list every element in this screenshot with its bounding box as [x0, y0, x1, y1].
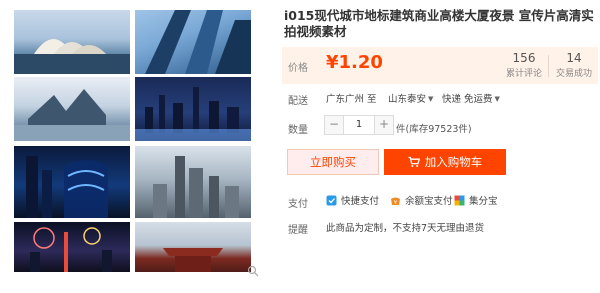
delivery-method-select[interactable]: 快递 免运费 ▼ — [442, 91, 500, 105]
shipping-destination-select[interactable]: 山东泰安 ▼ — [388, 91, 433, 105]
product-title: i015现代城市地标建筑商业高楼大厦夜景 宣传片高清实拍视频素材 — [284, 8, 594, 39]
shipping-destination: 山东泰安 — [388, 94, 427, 105]
shipping-origin: 广东广州 至 — [326, 94, 377, 105]
add-to-cart-label: 加入购物车 — [424, 155, 483, 169]
delivery-method: 快递 免运费 — [442, 94, 493, 105]
payment-method-jifenbao: 集分宝 — [454, 193, 498, 207]
image-wave-building[interactable] — [14, 77, 130, 141]
payment-label: 支付 — [288, 199, 308, 210]
sales-count: 14 — [566, 51, 582, 65]
payment-method-quick: 快捷支付 — [326, 193, 379, 207]
yuebao-icon: ¥ — [390, 195, 401, 206]
sales-stat: 14 交易成功 — [554, 51, 594, 79]
payment-method-label: 集分宝 — [469, 196, 498, 207]
price-panel: 价格 ¥1.20 156 累计评论 14 交易成功 — [282, 47, 598, 84]
image-night-skyline[interactable] — [135, 77, 251, 141]
payment-method-yuebao: ¥ 余额宝支付 — [390, 193, 453, 207]
svg-text:¥: ¥ — [394, 200, 397, 206]
payment-method-label: 快捷支付 — [341, 196, 380, 207]
price-value: ¥1.20 — [326, 52, 383, 73]
buy-now-button[interactable]: 立即购买 — [287, 149, 379, 175]
notice-label: 提醒 — [288, 225, 308, 236]
jifenbao-icon — [454, 195, 465, 206]
stat-divider — [548, 55, 549, 77]
quantity-input[interactable]: 1 — [344, 115, 374, 135]
image-china-pavilion[interactable] — [135, 222, 251, 272]
quantity-increase-button[interactable]: + — [374, 115, 394, 135]
product-image-gallery — [14, 10, 266, 272]
reviews-count: 156 — [512, 51, 536, 65]
notice-text: 此商品为定制，不支持7天无理由退货 — [326, 223, 485, 234]
quick-pay-icon — [326, 195, 337, 206]
image-opera-house[interactable] — [14, 10, 130, 74]
chevron-down-icon: ▼ — [428, 95, 434, 103]
quantity-label: 数量 — [288, 125, 308, 136]
payment-method-label: 余额宝支付 — [405, 196, 453, 207]
reviews-stat[interactable]: 156 累计评论 — [504, 51, 544, 79]
add-to-cart-button[interactable]: 加入购物车 — [384, 149, 506, 175]
price-label: 价格 — [288, 63, 308, 74]
stock-text: 件(库存97523件) — [396, 124, 472, 135]
zoom-icon[interactable] — [247, 262, 259, 277]
cart-icon — [408, 156, 420, 167]
image-glass-towers[interactable] — [135, 10, 251, 74]
quantity-decrease-button[interactable]: − — [324, 115, 344, 135]
chevron-down-icon: ▼ — [494, 95, 500, 103]
sales-label: 交易成功 — [555, 69, 592, 79]
image-aerial-city[interactable] — [135, 146, 251, 218]
quantity-stepper: − 1 + — [324, 115, 394, 135]
image-blue-lit-towers[interactable] — [14, 146, 130, 218]
image-fireworks-night[interactable] — [14, 222, 130, 272]
reviews-label: 累计评论 — [505, 69, 542, 79]
shipping-label: 配送 — [288, 96, 308, 107]
